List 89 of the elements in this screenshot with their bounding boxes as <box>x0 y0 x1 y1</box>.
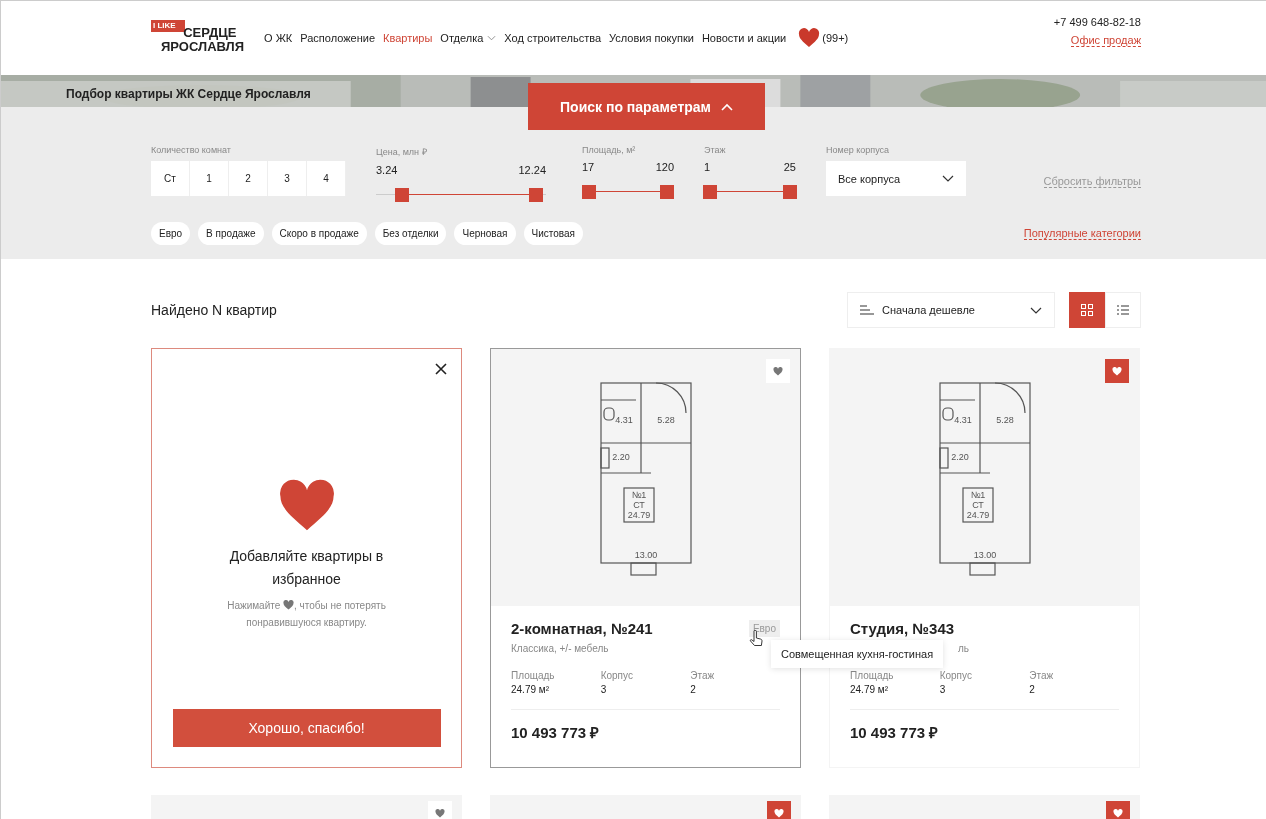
slider-handle[interactable] <box>394 188 409 202</box>
apartment-subtitle: Классика, +/- мебель <box>511 643 610 654</box>
stat-label: Этаж <box>1029 670 1055 681</box>
apartment-title: 2-комнатная, №241 <box>511 620 653 637</box>
range-slider[interactable] <box>376 188 546 202</box>
favorite-button[interactable] <box>1106 801 1130 819</box>
range-min: 3.24 <box>376 164 398 176</box>
logo-text: СЕРДЦЕ <box>183 26 238 40</box>
ok-button[interactable]: Хорошо, спасибо! <box>172 709 441 747</box>
filter-chip[interactable]: Евро <box>151 222 191 245</box>
apartment-price: 10 493 773 ₽ <box>850 723 940 742</box>
stat-label: Площадь <box>850 670 895 681</box>
building-select[interactable]: Все корпуса <box>826 161 966 196</box>
finish-tag: Евро <box>748 620 780 637</box>
sort-icon <box>860 305 874 315</box>
range-max: 12.24 <box>518 164 546 176</box>
chevron-icon <box>942 175 954 182</box>
logo-text: ЯРОСЛАВЛЯ <box>161 40 245 54</box>
filter-label: Этаж <box>704 145 727 155</box>
phone-number[interactable]: +7 499 648-82-18 <box>1053 15 1141 28</box>
promo-text: Нажимайте , чтобы не потерять понравившуюся квартиру. <box>226 599 387 630</box>
grid-icon <box>1081 304 1093 316</box>
heart-icon <box>435 808 445 818</box>
heart-icon <box>774 808 784 818</box>
stat-value: 3 <box>939 684 947 695</box>
grid-view-button[interactable] <box>1069 292 1105 328</box>
heart-icon <box>283 600 295 610</box>
tooltip: Совмещенная кухня-гостиная <box>771 640 944 668</box>
range-min: 17 <box>582 161 595 173</box>
search-toggle-button[interactable]: Поиск по параметрам <box>528 83 765 130</box>
range-max: 25 <box>783 161 796 173</box>
nav-link[interactable]: Ход строительства <box>504 32 602 44</box>
heart-icon <box>1113 808 1123 818</box>
stat-label: Корпус <box>600 670 634 681</box>
list-icon <box>1117 304 1129 316</box>
chevron-icon <box>720 102 733 111</box>
apartment-subtitle: ль <box>957 643 969 654</box>
favorite-button[interactable] <box>1105 359 1129 383</box>
nav-link[interactable]: Условия покупки <box>609 32 694 44</box>
office-link[interactable]: Офис продаж <box>1070 33 1141 47</box>
filter-label: Номер корпуса <box>826 145 891 155</box>
nav-link[interactable]: Отделка <box>440 32 497 44</box>
favorite-button[interactable] <box>767 801 791 819</box>
list-view-button[interactable] <box>1105 292 1141 328</box>
filter-label: Цена, млн ₽ <box>376 146 428 158</box>
range-slider[interactable] <box>582 185 674 199</box>
promo-title: Добавляйте квартиры в избранное <box>228 547 385 589</box>
nav-link[interactable]: Расположение <box>300 32 376 44</box>
slider-handle[interactable] <box>582 185 597 199</box>
chevron-icon <box>1030 306 1042 314</box>
apartment-price: 10 493 773 ₽ <box>511 723 601 742</box>
range-max: 120 <box>655 161 674 173</box>
nav-link[interactable]: Новости и акции <box>701 32 787 44</box>
filter-chip[interactable]: В продаже <box>198 222 264 245</box>
filter-chip[interactable]: Скоро в продаже <box>271 222 367 245</box>
page-title: Подбор квартиры ЖК Сердце Ярославля <box>66 87 311 101</box>
range-slider[interactable] <box>704 185 796 199</box>
filter-chip[interactable]: Чистовая <box>523 222 583 245</box>
close-icon[interactable] <box>435 363 447 375</box>
slider-handle[interactable] <box>782 185 797 199</box>
stat-value: 3 <box>600 684 608 695</box>
favorite-button[interactable] <box>428 801 452 819</box>
favorite-button[interactable] <box>766 359 790 383</box>
stat-value: 24.79 м² <box>511 684 550 695</box>
popular-categories-link[interactable]: Популярные категории <box>1023 227 1141 240</box>
favorites-count[interactable]: (99+) <box>822 32 849 44</box>
heart-icon <box>277 479 336 533</box>
stat-label: Корпус <box>939 670 973 681</box>
nav-link[interactable]: О ЖК <box>264 32 293 44</box>
heart-icon <box>798 28 821 48</box>
filter-label: Площадь, м² <box>582 145 637 155</box>
heart-icon <box>773 366 783 376</box>
heart-icon <box>1112 366 1122 376</box>
slider-handle[interactable] <box>528 188 543 202</box>
filter-label: Количество комнат <box>151 145 232 155</box>
filter-chip[interactable]: Без отделки <box>374 222 447 245</box>
filter-chip[interactable]: Черновая <box>454 222 516 245</box>
stat-value: 2 <box>690 684 697 695</box>
results-count: Найдено N квартир <box>151 302 277 318</box>
slider-handle[interactable] <box>659 185 674 199</box>
stat-value: 2 <box>1029 684 1036 695</box>
stat-label: Этаж <box>690 670 716 681</box>
sort-select[interactable]: Сначала дешевле <box>847 292 1055 328</box>
range-min: 1 <box>704 161 711 173</box>
stat-value: 24.79 м² <box>850 684 889 695</box>
nav-link[interactable]: Квартиры <box>383 32 433 44</box>
slider-handle[interactable] <box>703 185 718 199</box>
stat-label: Площадь <box>511 670 556 681</box>
apartment-title: Студия, №343 <box>850 620 955 637</box>
